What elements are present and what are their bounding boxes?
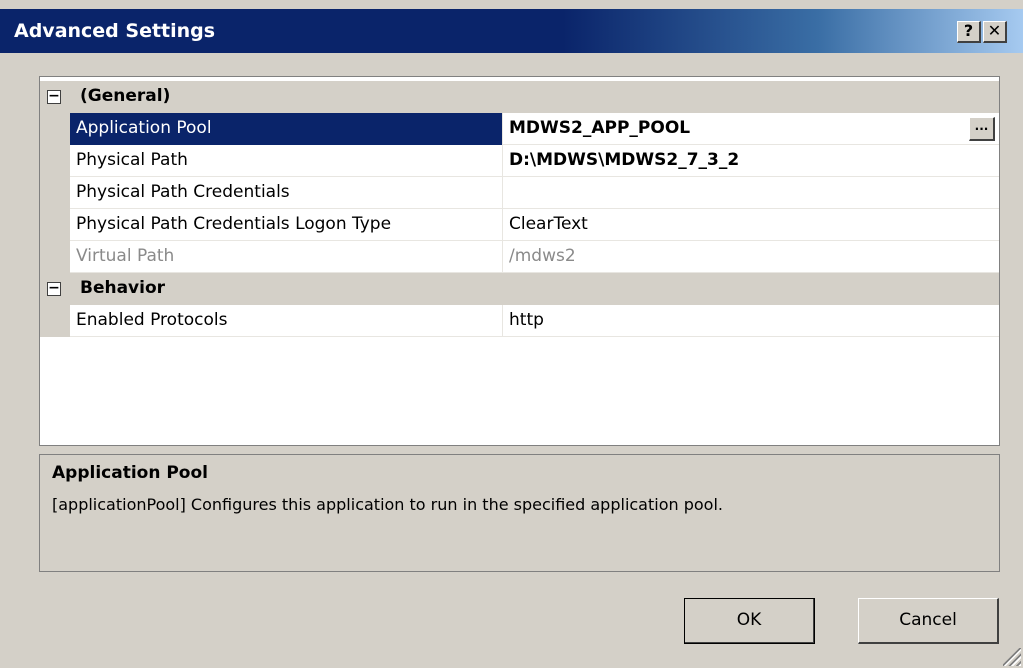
category-behavior[interactable]: − Behavior xyxy=(40,273,999,305)
property-grid[interactable]: − (General) Application Pool MDWS2_APP_P… xyxy=(39,76,1000,446)
row-margin xyxy=(40,305,70,337)
category-label: (General) xyxy=(80,86,171,106)
collapse-icon[interactable]: − xyxy=(47,89,61,104)
property-name: Physical Path Credentials xyxy=(70,177,503,209)
browse-button[interactable]: ... xyxy=(969,117,995,141)
row-margin xyxy=(40,145,70,177)
property-row-enabled-protocols[interactable]: Enabled Protocols http xyxy=(40,305,999,337)
resize-grip-icon[interactable] xyxy=(1003,648,1021,666)
property-row-physical-path-credentials[interactable]: Physical Path Credentials xyxy=(40,177,999,209)
property-value[interactable]: http xyxy=(503,305,999,337)
property-name: Physical Path Credentials Logon Type xyxy=(70,209,503,241)
property-row-physical-path[interactable]: Physical Path D:\MDWS\MDWS2_7_3_2 xyxy=(40,145,999,177)
description-text: [applicationPool] Configures this applic… xyxy=(52,495,723,514)
property-value[interactable] xyxy=(503,177,999,209)
property-name: Virtual Path xyxy=(70,241,503,273)
property-value[interactable]: D:\MDWS\MDWS2_7_3_2 xyxy=(503,145,999,177)
property-value[interactable]: ClearText xyxy=(503,209,999,241)
row-margin xyxy=(40,113,70,145)
advanced-settings-dialog: Advanced Settings ? ✕ − (General) Applic… xyxy=(0,0,1023,668)
description-panel: Application Pool [applicationPool] Confi… xyxy=(39,454,1000,572)
property-value: /mdws2 xyxy=(509,246,576,266)
property-name: Application Pool xyxy=(70,113,503,145)
window-title: Advanced Settings xyxy=(14,20,216,42)
property-row-application-pool[interactable]: Application Pool MDWS2_APP_POOL ... xyxy=(40,113,999,145)
row-margin xyxy=(40,209,70,241)
category-general[interactable]: − (General) xyxy=(40,81,999,113)
cancel-button[interactable]: Cancel xyxy=(858,598,999,644)
property-name: Enabled Protocols xyxy=(70,305,503,337)
collapse-icon[interactable]: − xyxy=(47,281,61,296)
category-label: Behavior xyxy=(80,278,166,298)
row-margin xyxy=(40,241,70,273)
property-value-field[interactable]: MDWS2_APP_POOL ... xyxy=(503,113,999,145)
help-button[interactable]: ? xyxy=(957,21,981,43)
property-row-logon-type[interactable]: Physical Path Credentials Logon Type Cle… xyxy=(40,209,999,241)
close-button[interactable]: ✕ xyxy=(983,21,1007,43)
title-bar[interactable]: Advanced Settings ? ✕ xyxy=(0,9,1023,53)
row-margin xyxy=(40,177,70,209)
property-row-virtual-path[interactable]: Virtual Path /mdws2 xyxy=(40,241,999,273)
ok-button[interactable]: OK xyxy=(684,598,815,644)
property-name: Physical Path xyxy=(70,145,503,177)
description-title: Application Pool xyxy=(52,463,208,483)
property-value: MDWS2_APP_POOL xyxy=(509,118,691,138)
